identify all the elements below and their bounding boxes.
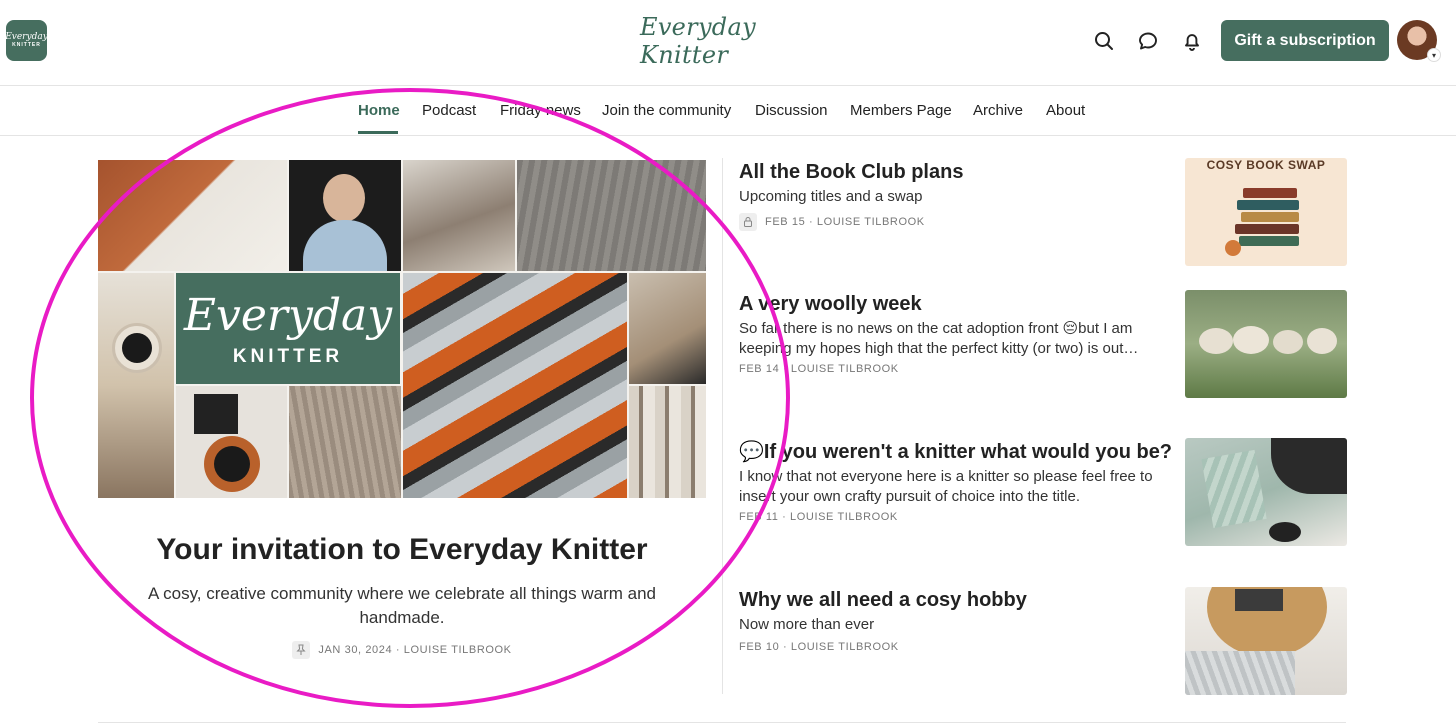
post-thumbnail[interactable] xyxy=(1185,438,1347,546)
hero-logo-tile: Everyday KNITTER xyxy=(176,273,400,384)
nav-members-page[interactable]: Members Page xyxy=(850,102,952,119)
chevron-down-icon[interactable]: ▾ xyxy=(1427,48,1441,62)
bottom-divider xyxy=(98,722,1346,723)
chat-icon[interactable] xyxy=(1135,28,1161,54)
coffee-mug-photo xyxy=(176,386,287,498)
striped-shawl-photo xyxy=(403,273,627,498)
hero-image[interactable]: Everyday KNITTER xyxy=(98,160,706,498)
post-thumbnail[interactable] xyxy=(1185,290,1347,398)
post-subtitle: Upcoming titles and a swap xyxy=(739,188,923,205)
hero-meta-text: JAN 30, 2024 · LOUISE TILBROOK xyxy=(318,644,512,656)
nav-discussion[interactable]: Discussion xyxy=(755,102,828,119)
portrait-photo xyxy=(289,160,401,271)
hero-subtitle: A cosy, creative community where we cele… xyxy=(147,584,657,627)
post-thumbnail[interactable]: COSY BOOK SWAP xyxy=(1185,158,1347,266)
post-meta-text: FEB 15 · LOUISE TILBROOK xyxy=(765,216,925,228)
yarn-skeins-photo xyxy=(289,386,401,498)
post-subtitle: I know that not everyone here is a knitt… xyxy=(739,468,1153,505)
hero-title[interactable]: Your invitation to Everyday Knitter xyxy=(98,533,706,567)
post-meta-text: FEB 10 · LOUISE TILBROOK xyxy=(739,641,899,653)
publication-wordmark[interactable]: Everyday Knitter xyxy=(640,13,810,69)
publication-logo[interactable]: Everyday KNITTER xyxy=(5,20,48,61)
hero-logo-caps: KNITTER xyxy=(232,345,344,367)
search-icon[interactable] xyxy=(1091,28,1117,54)
hero-meta: JAN 30, 2024 · LOUISE TILBROOK xyxy=(98,641,706,659)
post-meta-text: FEB 14 · LOUISE TILBROOK xyxy=(739,363,899,375)
knitted-shawl-photo xyxy=(98,160,287,271)
publication-logo-script: Everyday xyxy=(5,32,48,42)
publication-logo-caps: KNITTER xyxy=(12,42,41,48)
nav-join-community[interactable]: Join the community xyxy=(602,102,731,119)
nav-home[interactable]: Home xyxy=(358,102,400,119)
thumbnail-caption: COSY BOOK SWAP xyxy=(1206,158,1326,172)
bell-icon[interactable] xyxy=(1179,28,1205,54)
post-meta-text: FEB 11 · LOUISE TILBROOK xyxy=(739,511,898,523)
column-divider xyxy=(722,158,723,694)
lock-icon xyxy=(739,213,757,231)
grey-knit-photo xyxy=(517,160,706,271)
socks-photo xyxy=(629,273,706,384)
nav-active-indicator xyxy=(358,131,398,134)
post-thumbnail[interactable] xyxy=(1185,587,1347,695)
top-bar: Everyday KNITTER Everyday Knitter Gift a… xyxy=(0,0,1456,86)
nav-podcast[interactable]: Podcast xyxy=(422,102,476,119)
books-photo xyxy=(629,386,706,498)
nav-about[interactable]: About xyxy=(1046,102,1085,119)
section-nav: Home Podcast Friday news Join the commun… xyxy=(0,86,1456,136)
sweater-photo xyxy=(403,160,515,271)
nav-archive[interactable]: Archive xyxy=(973,102,1023,119)
post-subtitle: Now more than ever xyxy=(739,616,875,633)
coffee-cup-photo xyxy=(98,273,174,498)
hero-logo-script: Everyday xyxy=(183,289,393,341)
nav-friday-news[interactable]: Friday news xyxy=(500,102,581,119)
pin-icon xyxy=(292,641,311,659)
gift-subscription-button[interactable]: Gift a subscription xyxy=(1221,20,1389,61)
post-subtitle: So far there is no news on the cat adopt… xyxy=(739,320,1139,357)
